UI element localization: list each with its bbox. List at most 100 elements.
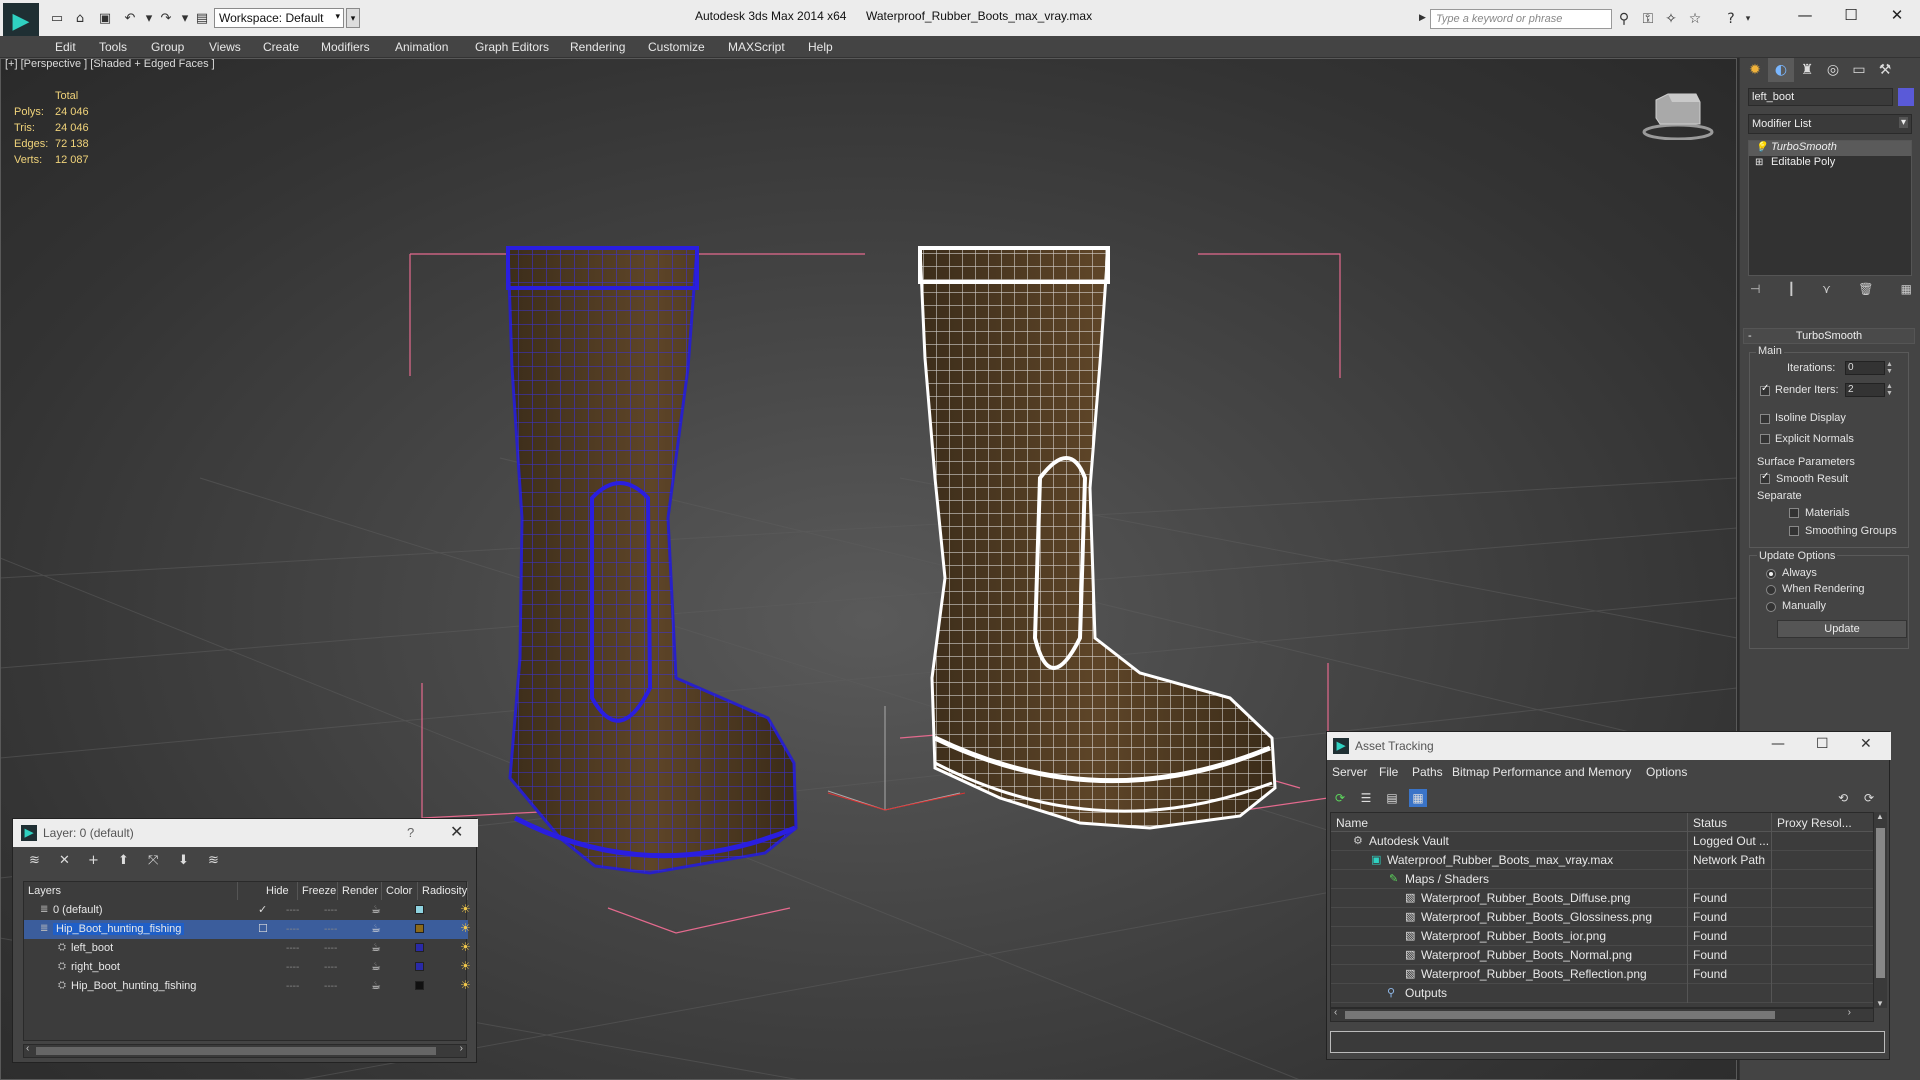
col-radiosity[interactable]: Radiosity	[418, 882, 468, 900]
menu-customize[interactable]: Customize	[648, 40, 705, 54]
freeze-toggle[interactable]: ----	[324, 981, 337, 992]
radiosity-icon[interactable]: ☀	[460, 959, 471, 973]
turbosmooth-rollout-header[interactable]: - TurboSmooth	[1743, 328, 1915, 344]
asset-row[interactable]: ▧ Waterproof_Rubber_Boots_Glossiness.png…	[1331, 908, 1873, 927]
freeze-toggle[interactable]: ----	[324, 962, 337, 973]
isoline-display-checkbox[interactable]	[1760, 414, 1770, 424]
stack-item-turbosmooth[interactable]: 💡 TurboSmooth	[1749, 141, 1911, 156]
app-menu-button[interactable]: ▶	[3, 3, 39, 39]
smooth-result-checkbox[interactable]	[1760, 471, 1770, 484]
modifier-list-dropdown[interactable]: Modifier List ▾	[1748, 114, 1912, 134]
hide-toggle[interactable]: ----	[286, 943, 299, 954]
asset-row[interactable]: ▧ Waterproof_Rubber_Boots_Diffuse.png Fo…	[1331, 889, 1873, 908]
layer-row[interactable]: ⛭ right_boot ---- ---- ☕ ☀	[24, 958, 471, 977]
menu-help[interactable]: Help	[808, 40, 833, 54]
scroll-up-icon[interactable]: ▲	[1876, 812, 1884, 821]
create-layer-icon[interactable]: ≋	[29, 853, 40, 868]
render-teapot-icon[interactable]: ☕	[371, 903, 381, 916]
subscription-icon[interactable]: ⚿	[1638, 9, 1658, 29]
motion-tab-icon[interactable]: ◎	[1820, 58, 1846, 82]
render-teapot-icon[interactable]: ☕	[371, 922, 381, 935]
freeze-toggle[interactable]: ----	[324, 905, 337, 916]
col-name[interactable]: Name	[1331, 813, 1688, 832]
communication-center-icon[interactable]: ✧	[1661, 9, 1681, 29]
asset-dialog-titlebar[interactable]: ▶ Asset Tracking — ☐ ✕	[1327, 732, 1891, 760]
table-view-icon[interactable]: ▦	[1409, 789, 1427, 807]
col-hide[interactable]: Hide	[262, 882, 298, 900]
close-icon[interactable]: ✕	[1874, 4, 1920, 26]
layer-row[interactable]: ⛭ left_boot ---- ---- ☕ ☀	[24, 939, 471, 958]
list-view-icon[interactable]: ☰	[1357, 789, 1375, 807]
configure-sets-icon[interactable]: ▦	[1901, 282, 1912, 300]
asset-row[interactable]: ▧ Waterproof_Rubber_Boots_Reflection.png…	[1331, 965, 1873, 984]
radiosity-icon[interactable]: ☀	[460, 902, 471, 916]
layer-color-swatch[interactable]	[415, 962, 424, 971]
scroll-down-icon[interactable]: ▼	[1876, 999, 1884, 1008]
set-current-layer-icon[interactable]: ⬇	[178, 853, 189, 868]
freeze-toggle[interactable]: ----	[324, 943, 337, 954]
col-freeze[interactable]: Freeze	[298, 882, 338, 900]
utilities-tab-icon[interactable]: ⚒	[1872, 58, 1898, 82]
layer-color-swatch[interactable]	[415, 924, 424, 933]
menu-graph-editors[interactable]: Graph Editors	[475, 40, 549, 54]
help-dropdown-icon[interactable]: ▾	[1738, 9, 1758, 29]
layer-color-swatch[interactable]	[415, 943, 424, 952]
lightbulb-icon[interactable]: 💡	[1755, 142, 1767, 153]
hide-toggle[interactable]: ----	[286, 924, 299, 935]
left-boot-mesh[interactable]	[506, 246, 798, 875]
current-layer-box-icon[interactable]: ☐	[258, 922, 268, 935]
spinner-arrows-icon[interactable]: ▲ ▼	[1886, 361, 1894, 375]
project-folder-icon[interactable]: ▤	[193, 9, 211, 27]
asset-path-input[interactable]	[1330, 1031, 1885, 1053]
asset-row[interactable]: ▣ Waterproof_Rubber_Boots_max_vray.max N…	[1331, 851, 1873, 870]
menu-paths[interactable]: Paths	[1412, 765, 1443, 779]
close-icon[interactable]: ✕	[450, 822, 463, 841]
undo-dropdown-icon[interactable]: ▾	[140, 9, 158, 27]
col-status[interactable]: Status	[1688, 813, 1772, 832]
maximize-icon[interactable]: ☐	[1816, 736, 1829, 752]
asset-horizontal-scrollbar[interactable]: ‹ ›	[1330, 1007, 1874, 1022]
delete-layer-icon[interactable]: ✕	[59, 853, 70, 868]
object-color-swatch[interactable]	[1898, 88, 1914, 106]
col-color[interactable]: Color	[382, 882, 418, 900]
menu-maxscript[interactable]: MAXScript	[728, 40, 785, 54]
update-button[interactable]: Update	[1777, 620, 1907, 638]
col-render[interactable]: Render	[338, 882, 382, 900]
save-file-icon[interactable]: ▣	[96, 9, 114, 27]
radiosity-icon[interactable]: ☀	[460, 978, 471, 992]
menu-modifiers[interactable]: Modifiers	[321, 40, 370, 54]
menu-animation[interactable]: Animation	[395, 40, 448, 54]
display-tab-icon[interactable]: ▭	[1846, 58, 1872, 82]
smoothing-groups-checkbox[interactable]	[1789, 526, 1799, 536]
radiosity-icon[interactable]: ☀	[460, 921, 471, 935]
expand-plus-icon[interactable]: ⊞	[1755, 157, 1763, 168]
select-layer-icon[interactable]: ⤧	[148, 853, 158, 868]
layer-dialog-titlebar[interactable]: ▶ Layer: 0 (default) ? ✕	[13, 819, 478, 847]
menu-edit[interactable]: Edit	[55, 40, 76, 54]
col-layers[interactable]: Layers	[24, 882, 238, 900]
scroll-left-icon[interactable]: ‹	[26, 1043, 29, 1054]
render-teapot-icon[interactable]: ☕	[371, 941, 381, 954]
menu-create[interactable]: Create	[263, 40, 299, 54]
redo-dropdown-icon[interactable]: ▾	[176, 9, 194, 27]
detail-view-icon[interactable]: ▤	[1383, 789, 1401, 807]
refresh-icon[interactable]: ⟳	[1331, 789, 1349, 807]
new-file-icon[interactable]: ▭	[48, 9, 66, 27]
menu-options[interactable]: Options	[1646, 765, 1687, 779]
scroll-right-icon[interactable]: ›	[460, 1043, 463, 1054]
asset-row[interactable]: ▧ Waterproof_Rubber_Boots_Normal.png Fou…	[1331, 946, 1873, 965]
object-name-field[interactable]: left_boot	[1748, 88, 1893, 106]
menu-group[interactable]: Group	[151, 40, 184, 54]
create-tab-icon[interactable]: ✹	[1742, 58, 1768, 82]
hide-toggle[interactable]: ----	[286, 962, 299, 973]
asset-vertical-scrollbar[interactable]: ▲ ▼	[1874, 812, 1887, 1008]
scrollbar-thumb[interactable]	[1345, 1011, 1775, 1019]
minimize-icon[interactable]: —	[1782, 4, 1828, 26]
pin-stack-icon[interactable]: ⊣	[1750, 282, 1760, 300]
remove-modifier-icon[interactable]: 🗑	[1858, 282, 1873, 300]
hide-all-layers-icon[interactable]: ≋	[208, 853, 219, 868]
search-input[interactable]: Type a keyword or phrase	[1430, 9, 1612, 29]
viewcube[interactable]	[1638, 88, 1716, 141]
right-boot-mesh[interactable]	[918, 246, 1277, 830]
layer-color-swatch[interactable]	[415, 981, 424, 990]
